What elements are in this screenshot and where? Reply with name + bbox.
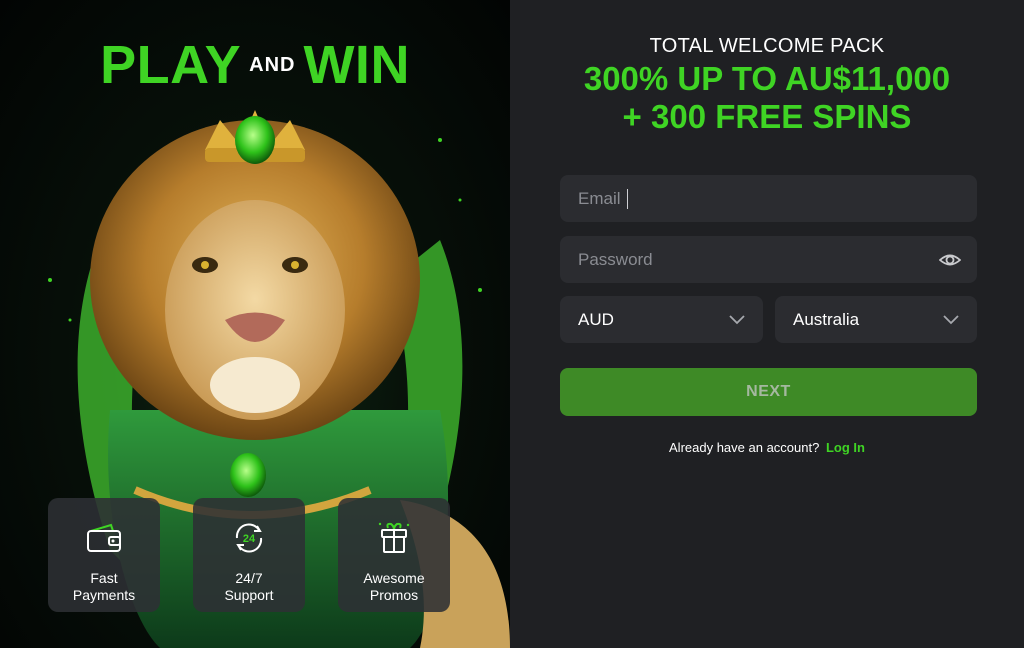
feature-label-line1: Awesome [363,570,425,586]
eye-icon[interactable] [939,249,961,271]
feature-label: Fast Payments [54,570,154,604]
gift-icon [374,520,414,556]
svg-text:24: 24 [243,533,256,545]
chevron-down-icon [729,314,745,324]
feature-label-line1: 24/7 [235,570,263,586]
feature-label: 24/7 Support [199,570,299,604]
promo-panel: PLAY AND WIN Fast Payments 24 24/7 Suppo… [0,0,510,648]
currency-value: AUD [578,309,614,329]
clock-24-icon: 24 [229,520,269,556]
welcome-offer-line2: + 300 FREE SPINS [622,98,912,135]
feature-list: Fast Payments 24 24/7 Support Awesome Pr… [48,498,450,612]
feature-promos: Awesome Promos [338,498,450,612]
login-prompt: Already have an account? Log In [510,440,1024,455]
next-button[interactable]: NEXT [560,368,977,416]
text-caret [627,189,628,209]
login-link[interactable]: Log In [826,440,865,455]
chevron-down-icon [943,314,959,324]
feature-label-line2: Payments [72,587,136,603]
feature-support: 24 24/7 Support [193,498,305,612]
promo-title-and: AND [249,53,296,76]
welcome-subtitle: TOTAL WELCOME PACK [649,35,885,57]
welcome-offer-line1: 300% UP TO AU$11,000 [583,60,951,97]
feature-fast-payments: Fast Payments [48,498,160,612]
password-input[interactable] [578,249,959,270]
signup-form-panel: TOTAL WELCOME PACK 300% UP TO AU$11,000 … [510,0,1024,648]
email-input[interactable] [578,188,959,209]
feature-label-line1: Fast [90,570,118,586]
welcome-offer: 300% UP TO AU$11,000 + 300 FREE SPINS [510,60,1024,136]
wallet-icon [84,520,124,556]
feature-label: Awesome Promos [344,570,444,604]
country-select[interactable]: Australia [775,296,977,343]
feature-label-line2: Support [224,587,274,603]
email-field[interactable] [560,175,977,222]
currency-select[interactable]: AUD [560,296,763,343]
country-value: Australia [793,309,860,329]
account-prompt-text: Already have an account? [669,440,820,455]
feature-label-line2: Promos [369,587,419,603]
password-field[interactable] [560,236,977,283]
